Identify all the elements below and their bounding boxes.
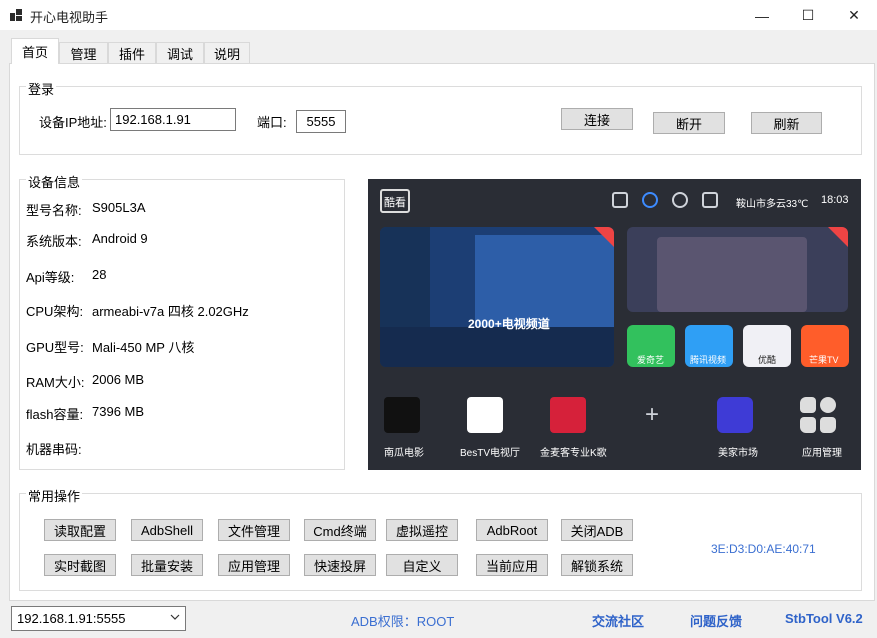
tv-weather: 鞍山市多云33℃: [736, 199, 809, 210]
store-app-label: 美家市场: [718, 448, 758, 459]
maximize-button[interactable]: ☐: [785, 0, 831, 31]
link-icon: [672, 192, 688, 208]
adbshell-button[interactable]: AdbShell: [131, 519, 203, 541]
ram-label: RAM大小:: [26, 375, 85, 390]
port-label: 端口:: [257, 115, 287, 130]
login-group-title: 登录: [26, 79, 57, 98]
current-app-button[interactable]: 当前应用: [476, 554, 548, 576]
ram-value: 2006 MB: [92, 372, 145, 387]
youku-tile[interactable]: 优酷: [743, 325, 791, 367]
file-manager-button[interactable]: 文件管理: [218, 519, 290, 541]
tv-feature-art: [657, 237, 807, 312]
tv-banner-text: 2000+电视频道: [468, 317, 550, 331]
tab-help[interactable]: 说明: [204, 42, 250, 64]
adbroot-button[interactable]: AdbRoot: [476, 519, 548, 541]
batch-install-button[interactable]: 批量安装: [131, 554, 203, 576]
tv-channel-strip: [380, 327, 614, 367]
close-adb-button[interactable]: 关闭ADB: [561, 519, 633, 541]
ip-input[interactable]: 192.168.1.91: [110, 108, 236, 131]
screenshot-button[interactable]: 实时截图: [44, 554, 116, 576]
youku-label: 优酷: [758, 355, 777, 365]
mango-label: 芒果TV: [809, 355, 839, 365]
device-select-value: 192.168.1.91:5555: [17, 611, 126, 626]
tab-plugins[interactable]: 插件: [108, 42, 156, 64]
tencent-tile[interactable]: 腾讯视频: [685, 325, 733, 367]
mango-tile[interactable]: 芒果TV: [801, 325, 849, 367]
chevron-down-icon: [170, 614, 180, 620]
karaoke-app-icon[interactable]: [550, 397, 586, 433]
tab-manage[interactable]: 管理: [59, 42, 108, 64]
custom-button[interactable]: 自定义: [386, 554, 458, 576]
os-version-value: Android 9: [92, 231, 148, 246]
device-info-title: 设备信息: [26, 172, 83, 191]
flash-value: 7396 MB: [92, 404, 145, 419]
tab-debug[interactable]: 调试: [156, 42, 204, 64]
bestv-app-label: BesTV电视厅: [460, 448, 521, 459]
add-app-icon[interactable]: +: [634, 397, 670, 433]
connect-button[interactable]: 连接: [561, 108, 633, 130]
minimize-icon: —: [755, 7, 769, 24]
api-level-value: 28: [92, 267, 107, 282]
model-value: S905L3A: [92, 200, 146, 215]
tv-clock: 18:03: [821, 194, 849, 206]
cpu-value: armeabi-v7a 四核 2.02GHz: [92, 304, 249, 319]
gpu-value: Mali-450 MP 八核: [92, 340, 195, 355]
tencent-label: 腾讯视频: [690, 355, 727, 365]
iqiyi-tile[interactable]: 爱奇艺: [627, 325, 675, 367]
iqiyi-label: 爱奇艺: [637, 355, 665, 365]
api-level-label: Api等级:: [26, 270, 75, 285]
device-info-group: [19, 179, 345, 470]
tab-home[interactable]: 首页: [11, 38, 59, 64]
close-icon: ✕: [848, 7, 860, 23]
ip-label: 设备IP地址:: [39, 115, 107, 130]
window-title: 开心电视助手: [30, 10, 109, 25]
app-manager-icon[interactable]: [800, 397, 836, 433]
quick-cast-button[interactable]: 快速投屏: [304, 554, 376, 576]
read-config-button[interactable]: 读取配置: [44, 519, 116, 541]
nangua-app-label: 南瓜电影: [384, 448, 424, 459]
tv-screenshot[interactable]: 酷看 鞍山市多云33℃ 18:03 2000+电视频道 爱奇艺 腾讯视频 优酷 …: [368, 179, 861, 470]
mac-address: 3E:D3:D0:AE:40:71: [711, 542, 816, 556]
flash-label: flash容量:: [26, 407, 84, 422]
tv-logo: 酷看: [380, 189, 410, 213]
nangua-app-icon[interactable]: [384, 397, 420, 433]
port-input[interactable]: 5555: [296, 110, 346, 133]
app-icon: [10, 9, 22, 21]
cmd-terminal-button[interactable]: Cmd终端: [304, 519, 376, 541]
store-app-icon[interactable]: [717, 397, 753, 433]
app-manager-label: 应用管理: [802, 448, 842, 459]
karaoke-app-label: 金麦客专业K歌: [540, 448, 607, 459]
common-ops-title: 常用操作: [26, 486, 83, 505]
settings-icon: [642, 192, 658, 208]
maximize-icon: ☐: [801, 7, 815, 23]
model-label: 型号名称:: [26, 203, 82, 218]
minimize-button[interactable]: —: [739, 0, 785, 31]
cpu-label: CPU架构:: [26, 304, 84, 319]
device-select[interactable]: 192.168.1.91:5555: [11, 606, 186, 631]
refresh-button[interactable]: 刷新: [751, 112, 822, 134]
unlock-system-button[interactable]: 解锁系统: [561, 554, 633, 576]
serial-label: 机器串码:: [26, 442, 82, 457]
gpu-label: GPU型号:: [26, 340, 84, 355]
tv-live-tile: 2000+电视频道: [380, 227, 614, 367]
disconnect-button[interactable]: 断开: [653, 112, 725, 134]
app-manager-button[interactable]: 应用管理: [218, 554, 290, 576]
folder-icon: [612, 192, 628, 208]
title-bar: 开心电视助手 — ☐ ✕: [0, 0, 877, 31]
feedback-link[interactable]: 问题反馈: [690, 611, 742, 630]
os-version-label: 系统版本:: [26, 234, 82, 249]
tv-feature-tile: [627, 227, 848, 312]
bestv-app-icon[interactable]: [467, 397, 503, 433]
virtual-remote-button[interactable]: 虚拟遥控: [386, 519, 458, 541]
adb-permission: ADB权限：ROOT: [351, 614, 455, 629]
home-icon: [702, 192, 718, 208]
tv-corner-badge: [594, 227, 614, 247]
close-button[interactable]: ✕: [831, 0, 877, 31]
version-link[interactable]: StbTool V6.2: [785, 611, 863, 626]
tv-top-bar: 酷看 鞍山市多云33℃ 18:03: [368, 179, 861, 221]
community-link[interactable]: 交流社区: [592, 611, 644, 630]
tv-corner-badge-2: [828, 227, 848, 247]
